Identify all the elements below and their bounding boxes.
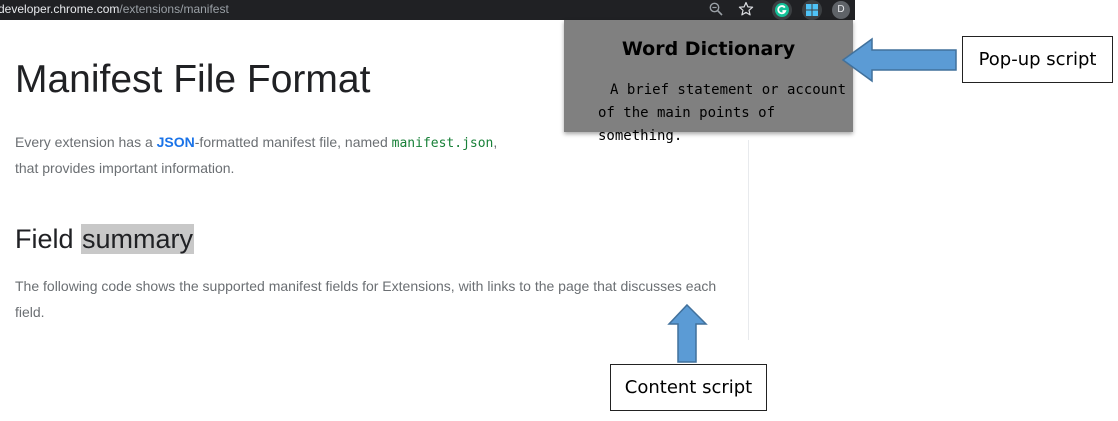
grammarly-extension-button[interactable] xyxy=(772,0,792,20)
page-title: Manifest File Format xyxy=(15,58,371,101)
content-arrow xyxy=(667,303,708,363)
windows-extension-button[interactable] xyxy=(802,0,822,20)
url-host: developer.chrome.com xyxy=(0,2,120,16)
intro-line2: that provides important information. xyxy=(15,160,235,176)
section-title-plain: Field xyxy=(15,224,82,254)
selected-word[interactable]: summary xyxy=(81,224,195,254)
content-script-label: Content script xyxy=(610,364,767,411)
intro-middle: -formatted manifest file, named xyxy=(194,134,392,150)
popup-definition: A brief statement or account of the main… xyxy=(598,82,847,144)
popup-script-label: Pop-up script xyxy=(962,36,1113,83)
intro-paragraph: Every extension has a JSON-formatted man… xyxy=(15,130,575,181)
dictionary-popup: Word Dictionary A brief statement or acc… xyxy=(564,20,853,144)
intro-prefix: Every extension has a xyxy=(15,134,157,150)
zoom-icon[interactable] xyxy=(708,1,724,17)
content-divider xyxy=(748,140,749,340)
popup-title: Word Dictionary xyxy=(621,38,796,60)
windows-icon xyxy=(806,4,818,16)
section-title: Field summary xyxy=(15,220,195,258)
section-body-text: The following code shows the supported m… xyxy=(15,278,717,320)
popup-arrow xyxy=(841,37,957,83)
url-path: /extensions/manifest xyxy=(119,2,229,16)
json-link[interactable]: JSON xyxy=(157,134,195,150)
star-icon[interactable] xyxy=(738,1,754,17)
grammarly-icon xyxy=(775,3,789,17)
annotated-screenshot: developer.chrome.com/extensions/manifest xyxy=(0,0,1118,421)
address-bar[interactable]: developer.chrome.com/extensions/manifest xyxy=(0,1,229,17)
intro-comma: , xyxy=(493,134,498,150)
profile-avatar[interactable]: D xyxy=(832,1,850,19)
manifest-code: manifest.json xyxy=(391,136,494,151)
browser-toolbar: developer.chrome.com/extensions/manifest xyxy=(0,0,855,20)
